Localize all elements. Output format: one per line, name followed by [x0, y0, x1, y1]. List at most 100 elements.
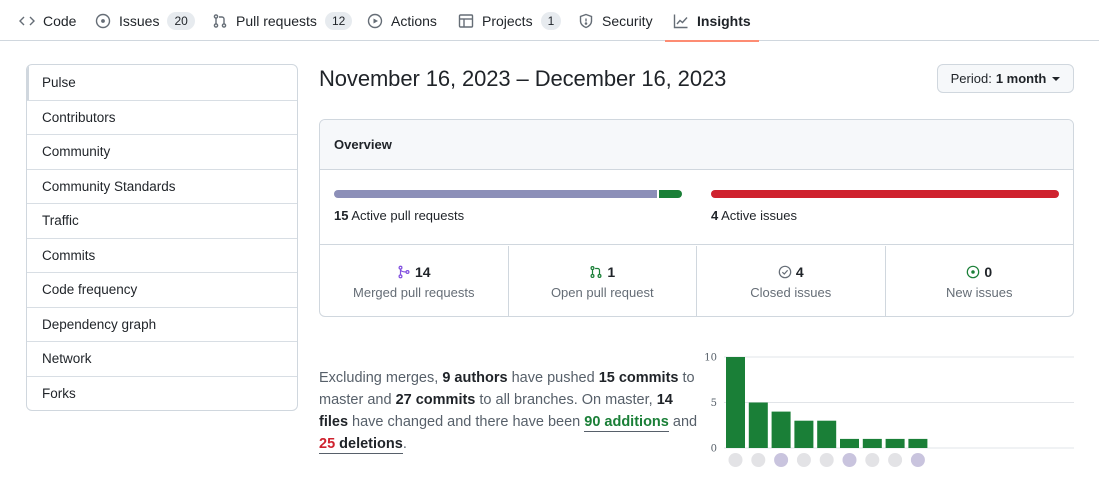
- tab-code[interactable]: Code: [19, 0, 76, 41]
- avatar[interactable]: [819, 453, 834, 467]
- stat-closed-issues[interactable]: 4 Closed issues: [696, 246, 885, 316]
- page-title: November 16, 2023 – December 16, 2023: [319, 66, 727, 91]
- tab-pull-requests[interactable]: Pull requests 12: [212, 0, 353, 41]
- deletions-count: 25: [319, 436, 336, 452]
- tab-label: Pull requests: [236, 12, 317, 29]
- tab-projects[interactable]: Projects 1: [458, 0, 562, 41]
- stat-new-issues[interactable]: 0 New issues: [884, 246, 1074, 316]
- closed-segment: [711, 190, 1059, 198]
- avatar[interactable]: [865, 453, 880, 467]
- period-label: Period:: [950, 71, 992, 86]
- play-icon: [367, 13, 383, 28]
- stat-value: 1: [607, 264, 616, 280]
- chart-bar[interactable]: [726, 357, 745, 448]
- y-tick-label: 10: [704, 353, 717, 364]
- tab-count: 12: [324, 11, 353, 30]
- commits-count: 15 commits: [598, 370, 679, 386]
- active-pr-count: 15: [334, 208, 349, 223]
- summary-text: to all branches. On master,: [475, 392, 657, 408]
- chart-bar[interactable]: [794, 420, 814, 448]
- stat-label: New issues: [946, 285, 1013, 300]
- all-branches-commits-count: 27 commits: [395, 392, 476, 408]
- period-value: 1 month: [995, 71, 1047, 86]
- avatar[interactable]: [888, 453, 903, 467]
- stat-open-pull-request[interactable]: 1 Open pull request: [507, 246, 697, 316]
- active-pr-text: Active pull requests: [351, 208, 465, 223]
- bar-chart-svg: 10 5 0: [704, 353, 1074, 467]
- sidebar-item-traffic[interactable]: Traffic: [27, 203, 297, 238]
- active-issues-label[interactable]: 4 Active issues: [711, 208, 797, 223]
- summary-text: and: [668, 414, 698, 430]
- tab-label: Code: [43, 12, 77, 29]
- sidebar-item-contributors[interactable]: Contributors: [27, 99, 297, 135]
- stat-value: 14: [414, 264, 431, 280]
- additions-link[interactable]: 90 additions: [584, 414, 669, 432]
- tab-issues[interactable]: Issues 20: [95, 0, 195, 41]
- avatar[interactable]: [842, 453, 857, 467]
- overview-bars: 15 Active pull requests 4 Active issues: [320, 170, 1073, 245]
- active-issues-text: Active issues: [721, 208, 798, 223]
- git-pull-request-icon: [590, 266, 602, 278]
- tab-label: Actions: [391, 12, 437, 29]
- chart-bar[interactable]: [908, 438, 928, 448]
- sidebar-item-network[interactable]: Network: [27, 341, 297, 376]
- overview-panel: Overview 15 Active pull requests 4 Activ…: [319, 119, 1074, 317]
- chart-bar[interactable]: [862, 438, 882, 448]
- stat-label: Merged pull requests: [353, 285, 475, 300]
- summary-text: have pushed: [507, 370, 599, 386]
- deletions-word: deletions: [335, 436, 403, 452]
- sidebar-item-community-standards[interactable]: Community Standards: [27, 168, 297, 204]
- tab-count: 20: [167, 11, 195, 30]
- chart-bar[interactable]: [840, 438, 859, 448]
- sidebar-item-commits[interactable]: Commits: [27, 237, 297, 273]
- summary-text: Excluding merges,: [319, 370, 443, 386]
- insights-sidebar: Pulse Contributors Community Community S…: [26, 64, 298, 411]
- caret-down-icon: [1052, 76, 1061, 81]
- chart-bar[interactable]: [748, 402, 768, 449]
- avatar[interactable]: [796, 453, 811, 467]
- avatar[interactable]: [774, 453, 789, 467]
- deletions-link[interactable]: 25 deletions: [319, 436, 403, 454]
- issue-closed-icon: [778, 265, 792, 279]
- chart-bar[interactable]: [817, 420, 837, 448]
- tab-actions[interactable]: Actions: [367, 0, 437, 41]
- tab-label: Insights: [697, 12, 751, 29]
- avatar[interactable]: [910, 453, 925, 467]
- period-dropdown-button[interactable]: Period: 1 month: [937, 64, 1074, 93]
- stat-value: 4: [795, 264, 804, 280]
- active-issues-count: 4: [711, 208, 719, 223]
- tab-insights[interactable]: Insights: [665, 0, 759, 42]
- issue-opened-icon: [95, 13, 111, 28]
- active-pull-requests-label[interactable]: 15 Active pull requests: [334, 208, 464, 223]
- sidebar-item-community[interactable]: Community: [27, 134, 297, 169]
- pull-request-progress-bar[interactable]: [334, 190, 682, 198]
- y-tick-label: 5: [711, 398, 717, 409]
- summary-text: .: [402, 436, 407, 452]
- stat-label: Closed issues: [750, 285, 832, 300]
- sidebar-item-code-frequency[interactable]: Code frequency: [27, 272, 297, 307]
- sidebar-item-forks[interactable]: Forks: [27, 375, 297, 411]
- git-merge-icon: [398, 265, 410, 279]
- commits-by-author-chart: 10 5 0: [700, 345, 1080, 475]
- merged-segment: [334, 190, 657, 198]
- overview-title: Overview: [320, 120, 1073, 170]
- tab-security[interactable]: Security: [578, 0, 653, 41]
- shield-icon: [579, 13, 593, 28]
- authors-count: 9 authors: [442, 370, 508, 386]
- stat-merged-pull-requests[interactable]: 14 Merged pull requests: [320, 246, 508, 316]
- graph-icon: [673, 14, 688, 28]
- tab-label: Projects: [482, 12, 533, 29]
- sidebar-item-pulse[interactable]: Pulse: [27, 65, 297, 100]
- issue-opened-icon: [967, 265, 980, 279]
- overview-stats: 14 Merged pull requests 1 Open pull requ…: [320, 246, 1074, 316]
- tab-label: Issues: [119, 12, 160, 29]
- issues-progress-bar[interactable]: [711, 190, 1059, 198]
- avatar[interactable]: [728, 453, 743, 467]
- sidebar-item-dependency-graph[interactable]: Dependency graph: [27, 306, 297, 342]
- repo-nav: Code Issues 20 Pull requests 12 Actions …: [0, 0, 1099, 42]
- chart-bar[interactable]: [885, 438, 905, 448]
- chart-bar[interactable]: [771, 411, 791, 448]
- avatar[interactable]: [751, 453, 766, 467]
- stat-label: Open pull request: [550, 285, 654, 300]
- summary-text: have changed and there have been: [348, 414, 585, 430]
